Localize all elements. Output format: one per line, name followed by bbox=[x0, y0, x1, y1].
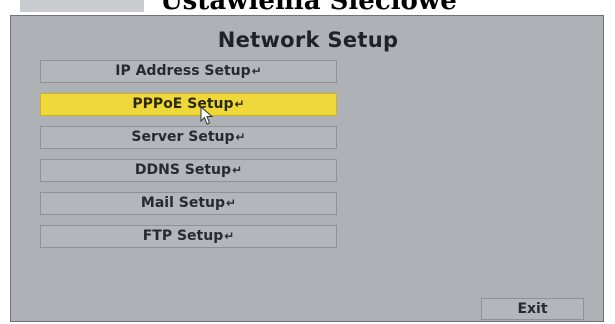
menu-item-label: IP Address Setup bbox=[115, 63, 251, 79]
ip-address-setup-button[interactable]: IP Address Setup↵ bbox=[40, 60, 337, 83]
header-bar bbox=[20, 0, 144, 12]
ddns-setup-button[interactable]: DDNS Setup↵ bbox=[40, 159, 337, 182]
enter-return-icon: ↵ bbox=[251, 64, 262, 78]
enter-return-icon: ↵ bbox=[226, 196, 237, 210]
ftp-setup-button[interactable]: FTP Setup↵ bbox=[40, 225, 337, 248]
pppoe-setup-button[interactable]: PPPoE Setup↵ bbox=[40, 93, 337, 125]
network-setup-screen: Network Setup IP Address Setup↵ PPPoE Se… bbox=[10, 15, 604, 322]
screen-title: Network Setup bbox=[217, 28, 399, 52]
menu-list: IP Address Setup↵ PPPoE Setup↵ Server Se… bbox=[40, 60, 337, 258]
mail-setup-button[interactable]: Mail Setup↵ bbox=[40, 192, 337, 215]
server-setup-button[interactable]: Server Setup↵ bbox=[40, 126, 337, 149]
page: Ustawienia Sieciowe Network Setup IP Add… bbox=[0, 0, 615, 324]
enter-return-icon: ↵ bbox=[235, 130, 246, 144]
menu-item-label: FTP Setup bbox=[142, 228, 224, 244]
mouse-pointer-icon bbox=[200, 106, 214, 125]
menu-item-label: Server Setup bbox=[131, 129, 235, 145]
enter-return-icon: ↵ bbox=[224, 229, 235, 243]
enter-return-icon: ↵ bbox=[234, 97, 245, 111]
enter-return-icon: ↵ bbox=[232, 163, 243, 177]
menu-item-label: Mail Setup bbox=[140, 195, 226, 211]
exit-button[interactable]: Exit bbox=[481, 298, 584, 320]
menu-item-label: PPPoE Setup bbox=[132, 96, 234, 112]
document-heading: Ustawienia Sieciowe bbox=[160, 0, 457, 16]
menu-item-label: DDNS Setup bbox=[134, 162, 232, 178]
